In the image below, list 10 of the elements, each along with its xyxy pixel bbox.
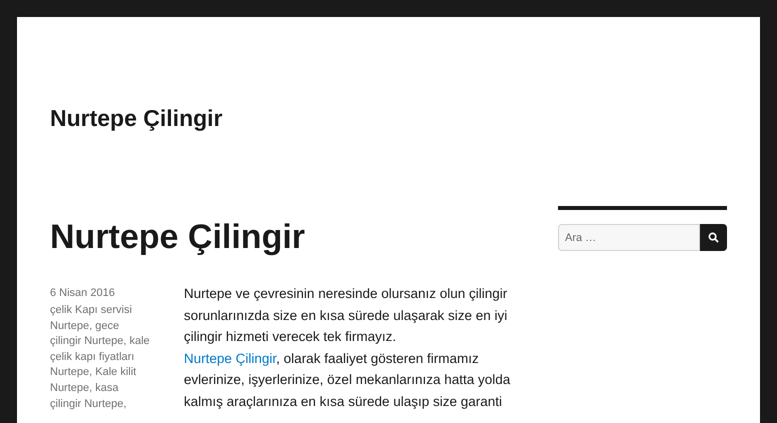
- tag-links[interactable]: çelik Kapı servisi Nurtepe, gece çilingir Nurtepe, kale çelik kapı fiyatları Nurtepe, Kale kilit Nurtepe, kasa çilingir Nurtepe,: [50, 303, 151, 412]
- post-date[interactable]: 6 Nisan 2016: [50, 283, 184, 303]
- site-title[interactable]: Nurtepe Çilingir: [50, 105, 223, 131]
- text-link[interactable]: Nurtepe Çilingir: [184, 350, 276, 366]
- paragraph: Nurtepe Çilingir, olarak faaliyet gösteren firmamız evlerinize, işyerlerinize, özel mekanlarınıza hatta yolda kalmış araçlarınıza en kısa sürede ulaşıp size garanti: [184, 350, 512, 411]
- search-icon: [708, 232, 719, 243]
- paragraph: Nurtepe ve çevresinin neresinde olursanız olun çilingir sorunlarınızda size en kısa sürede ulaşarak size en iyi çilingir hizmeti verecek tek firmayız.: [184, 285, 508, 346]
- search-field[interactable]: Ara …: [558, 224, 700, 251]
- search-button[interactable]: [700, 224, 727, 251]
- post-title: Nurtepe Çilingir: [50, 217, 306, 257]
